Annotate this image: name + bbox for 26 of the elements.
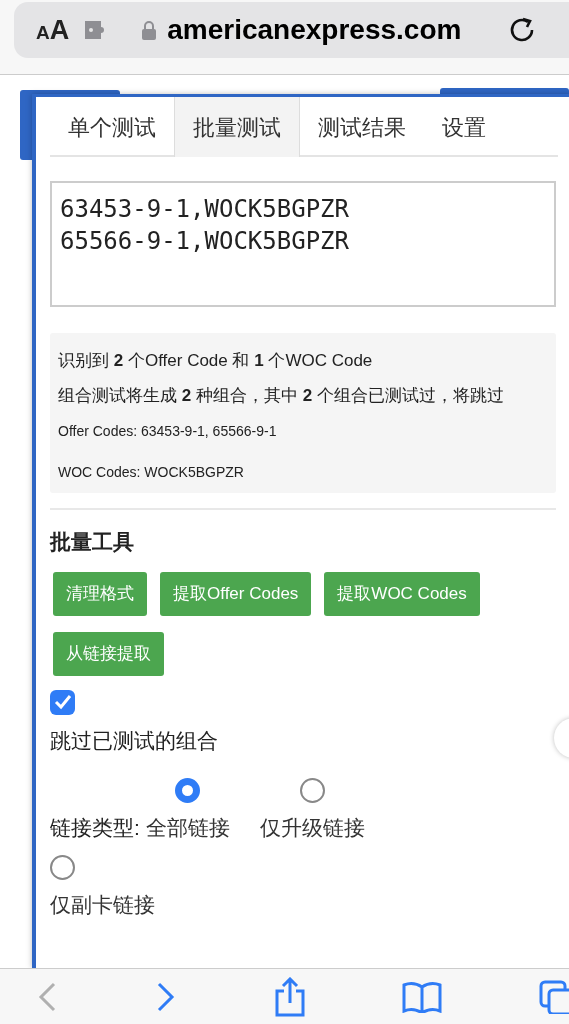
tab[interactable]: 批量测试 (174, 97, 300, 157)
url-text[interactable]: americanexpress.com (167, 16, 462, 44)
lock-icon (141, 20, 158, 40)
radio-button[interactable] (50, 855, 75, 880)
tab[interactable]: 单个测试 (50, 97, 174, 157)
radio-label[interactable]: 全部链接 (145, 813, 230, 843)
radio-button[interactable] (175, 778, 201, 803)
checkbox[interactable] (50, 689, 75, 715)
text-size-button[interactable]: AA (36, 16, 70, 44)
code-list-text: WOC Codes: WOCK5BGPZR (58, 463, 245, 482)
share-icon[interactable] (273, 976, 306, 1017)
section-heading: 批量工具 (50, 529, 135, 555)
field-label: 链接类型: (50, 815, 140, 841)
codes-input[interactable]: 63453-9-1,WOCK5BGPZR 65566-9-1,WOCK5BGPZR (50, 181, 556, 307)
tab[interactable]: 设置 (424, 97, 504, 157)
summary-text: 组合测试将生成 2 种组合，其中 2 个组合已测试过，将跳过 (58, 385, 505, 407)
book-icon[interactable] (402, 980, 443, 1013)
radio-button[interactable] (299, 778, 325, 803)
radio-label[interactable]: 仅副卡链接 (50, 890, 155, 920)
checkbox-label[interactable]: 跳过已测试的组合 (50, 724, 558, 756)
code-list-text: Offer Codes: 63453-9-1, 65566-9-1 (58, 422, 278, 441)
address-bar[interactable]: AA americanexpress.com (14, 2, 569, 58)
summary-text: 识别到 2 个Offer Code 和 1 个WOC Code (58, 350, 374, 372)
tab[interactable]: 测试结果 (300, 97, 424, 157)
tabs-icon[interactable] (539, 979, 569, 1014)
radio-label[interactable]: 仅升级链接 (259, 813, 365, 843)
